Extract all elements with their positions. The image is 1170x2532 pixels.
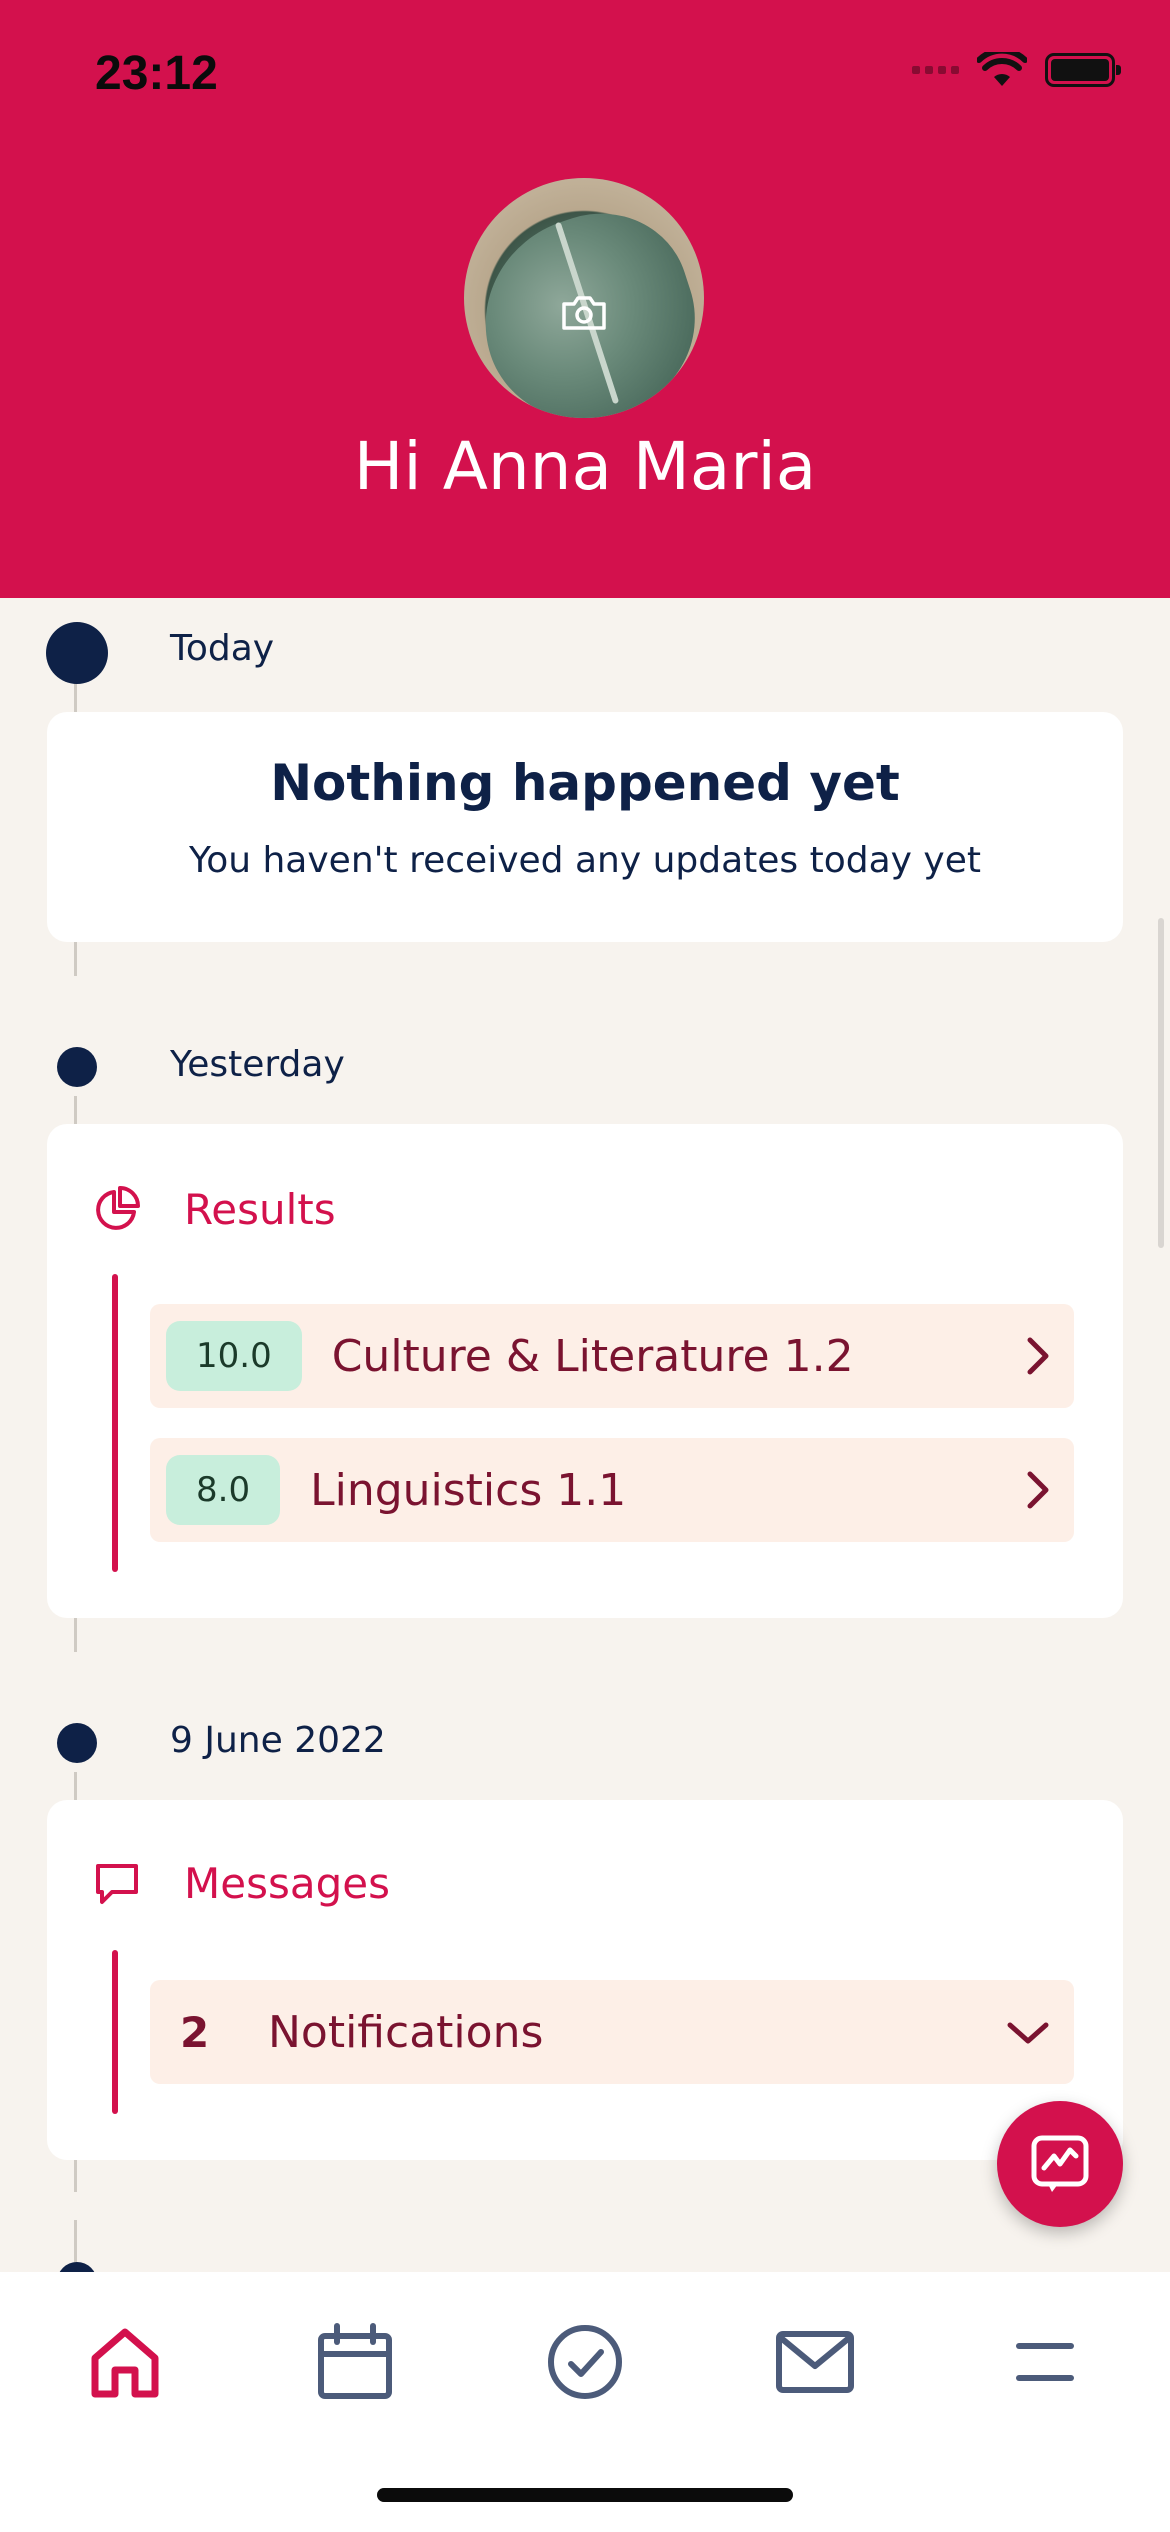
status-icons — [912, 52, 1121, 88]
grade-badge: 8.0 — [166, 1455, 281, 1525]
home-indicator — [377, 2488, 793, 2502]
timeline-label-date: 9 June 2022 — [170, 1720, 386, 1761]
wifi-icon — [977, 52, 1027, 86]
battery-icon — [1045, 53, 1121, 87]
tab-tasks[interactable] — [535, 2312, 635, 2412]
tab-mail[interactable] — [765, 2312, 865, 2412]
chat-bubble-icon — [96, 1864, 138, 1904]
card-title: Nothing happened yet — [270, 754, 900, 812]
card-subtitle: You haven't received any updates today y… — [189, 840, 981, 881]
menu-icon — [1016, 2343, 1074, 2381]
mail-icon — [776, 2331, 854, 2393]
tab-home[interactable] — [75, 2312, 175, 2412]
notifications-count: 2 — [180, 2007, 210, 2057]
messages-card: Messages 2 Notifications — [47, 1800, 1123, 2160]
timeline-dot — [57, 1723, 97, 1763]
timeline-dot-large — [46, 622, 108, 684]
avatar[interactable] — [464, 178, 704, 418]
results-header: Results — [92, 1184, 336, 1234]
course-name: Culture & Literature 1.2 — [331, 1330, 854, 1382]
section-title: Messages — [184, 1858, 390, 1908]
calendar-icon — [318, 2323, 392, 2399]
results-card: Results 10.0 Culture & Literature 1.2 8.… — [47, 1124, 1123, 1618]
activity-chart-icon — [1031, 2135, 1089, 2192]
result-row[interactable]: 8.0 Linguistics 1.1 — [150, 1438, 1074, 1542]
timeline-dot — [57, 1047, 97, 1087]
notifications-label: Notifications — [268, 2006, 544, 2058]
chevron-down-icon — [1007, 2022, 1049, 2044]
chevron-right-icon — [1027, 1337, 1049, 1375]
grade-badge: 10.0 — [166, 1321, 302, 1391]
scrollbar[interactable] — [1158, 918, 1164, 1248]
accent-bar — [112, 1950, 118, 2114]
home-icon — [91, 2328, 159, 2398]
pie-chart-icon — [96, 1186, 140, 1230]
cellular-signal-icon — [912, 66, 959, 74]
accent-bar — [112, 1274, 118, 1572]
camera-icon — [562, 296, 606, 330]
status-time: 23:12 — [95, 47, 218, 100]
timeline-label-yesterday: Yesterday — [170, 1044, 345, 1085]
section-title: Results — [184, 1184, 336, 1234]
profile-header: 23:12 Hi Anna Maria — [0, 0, 1170, 598]
notifications-row[interactable]: 2 Notifications — [150, 1980, 1074, 2084]
activity-fab-button[interactable] — [997, 2101, 1123, 2227]
result-row[interactable]: 10.0 Culture & Literature 1.2 — [150, 1304, 1074, 1408]
tab-calendar[interactable] — [305, 2312, 405, 2412]
greeting-title: Hi Anna Maria — [353, 428, 817, 505]
course-name: Linguistics 1.1 — [310, 1464, 627, 1516]
messages-header: Messages — [92, 1858, 390, 1908]
tab-menu[interactable] — [995, 2312, 1095, 2412]
empty-updates-card: Nothing happened yet You haven't receive… — [47, 712, 1123, 942]
timeline-label-today: Today — [170, 628, 275, 669]
chevron-right-icon — [1027, 1471, 1049, 1509]
check-circle-icon — [548, 2325, 622, 2399]
